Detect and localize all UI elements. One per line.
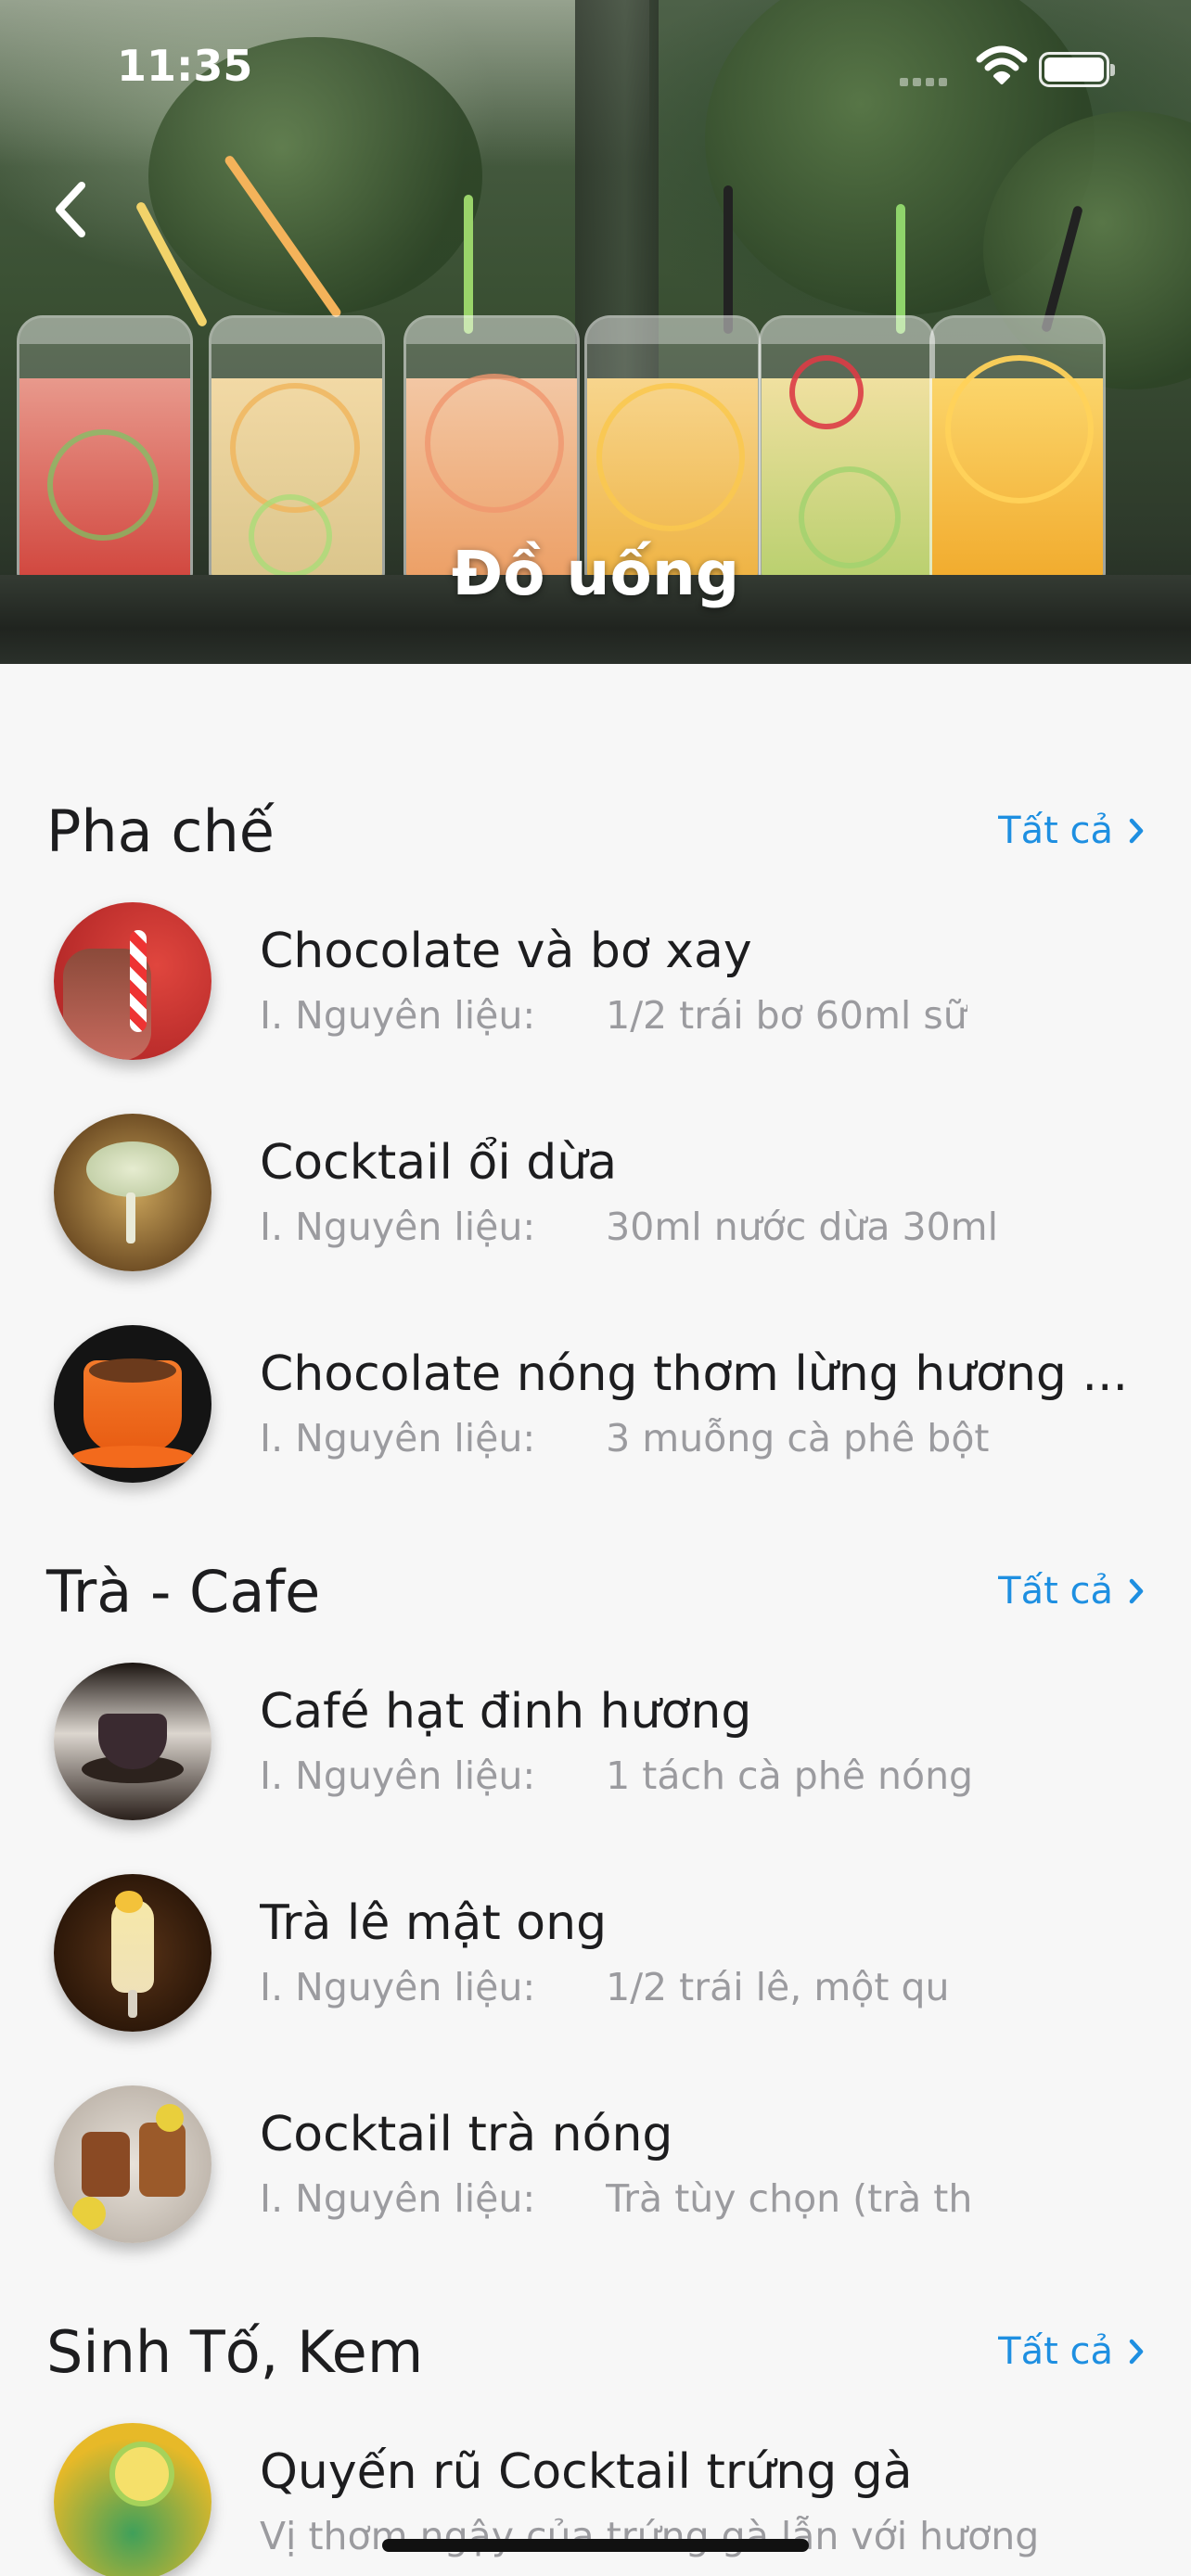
status-time: 11:35 — [117, 41, 253, 91]
recipe-title: Cocktail ổi dừa — [260, 1135, 618, 1191]
list-item[interactable]: Cocktail ổi dừa I. Nguyên liệu: 30ml nướ… — [0, 1087, 1191, 1298]
battery-icon — [1039, 52, 1115, 87]
recipe-title: Quyến rũ Cocktail trứng gà — [260, 2444, 913, 2500]
recipe-ingredients: I. Nguyên liệu: Trà tùy chọn (trà th — [260, 2173, 1145, 2225]
header-banner: Đồ uống 11:35 — [0, 0, 1191, 664]
recipe-title: Chocolate nóng thơm lừng hương ... — [260, 1346, 1129, 1402]
section-header: Trà - Cafe Tất cả — [0, 1547, 1191, 1636]
ingredients-label: I. Nguyên liệu: — [260, 1205, 536, 1249]
see-all-label: Tất cả — [998, 2330, 1113, 2373]
section-title: Pha chế — [46, 797, 275, 865]
recipe-thumbnail — [54, 902, 211, 1060]
chevron-right-icon — [1129, 818, 1144, 844]
recipe-title: Cocktail trà nóng — [260, 2107, 673, 2162]
section-sinh-to-kem: Sinh Tố, Kem Tất cả Quyến rũ Cocktail tr… — [0, 2270, 1191, 2576]
list-item[interactable]: Chocolate và bơ xay I. Nguyên liệu: 1/2 … — [0, 875, 1191, 1087]
ingredients-value: 1/2 trái lê, một qu — [606, 1965, 950, 2009]
recipe-thumbnail — [54, 2423, 211, 2576]
section-title: Sinh Tố, Kem — [46, 2317, 424, 2386]
list-item[interactable]: Cocktail trà nóng I. Nguyên liệu: Trà tù… — [0, 2059, 1191, 2270]
wifi-icon — [976, 45, 1028, 89]
ingredients-value: 1/2 trái bơ 60ml sữ — [606, 993, 967, 1038]
recipe-title: Trà lê mật ong — [260, 1895, 608, 1951]
recipe-ingredients: I. Nguyên liệu: 30ml nước dừa 30ml — [260, 1201, 1145, 1253]
recipe-description: Vị thơm ngậy của trứng gà lẫn với hương — [260, 2510, 1145, 2562]
back-button[interactable] — [37, 176, 104, 243]
list-item[interactable]: Chocolate nóng thơm lừng hương ... I. Ng… — [0, 1298, 1191, 1510]
section-header: Pha chế Tất cả — [0, 786, 1191, 875]
ingredients-label: I. Nguyên liệu: — [260, 1965, 536, 2009]
section-tra-cafe: Trà - Cafe Tất cả Café hạt đinh hương I.… — [0, 1510, 1191, 2270]
chevron-right-icon — [1129, 1578, 1144, 1604]
ingredients-value: 1 tách cà phê nóng — [606, 1753, 974, 1798]
recipe-ingredients: I. Nguyên liệu: 1/2 trái lê, một qu — [260, 1961, 1145, 2013]
home-indicator — [382, 2539, 809, 2552]
list-item[interactable]: Café hạt đinh hương I. Nguyên liệu: 1 tá… — [0, 1636, 1191, 1847]
chevron-right-icon — [1129, 2339, 1144, 2365]
page-title: Đồ uống — [451, 538, 740, 609]
ingredients-label: I. Nguyên liệu: — [260, 1753, 536, 1798]
recipe-thumbnail — [54, 1114, 211, 1271]
ingredients-value: 3 muỗng cà phê bột — [606, 1416, 990, 1460]
cellular-signal-icon — [900, 72, 952, 90]
recipe-ingredients: I. Nguyên liệu: 3 muỗng cà phê bột — [260, 1412, 1145, 1464]
ingredients-label: I. Nguyên liệu: — [260, 1416, 536, 1460]
content: Pha chế Tất cả Chocolate và bơ xay I. Ng… — [0, 664, 1191, 2576]
see-all-link[interactable]: Tất cả — [998, 1570, 1145, 1613]
ingredients-label: I. Nguyên liệu: — [260, 2176, 536, 2221]
ingredients-label: I. Nguyên liệu: — [260, 993, 536, 1038]
recipe-thumbnail — [54, 1663, 211, 1820]
ingredients-value: 30ml nước dừa 30ml — [606, 1205, 998, 1249]
see-all-link[interactable]: Tất cả — [998, 2330, 1145, 2373]
recipe-thumbnail — [54, 2085, 211, 2243]
list-item[interactable]: Trà lê mật ong I. Nguyên liệu: 1/2 trái … — [0, 1847, 1191, 2059]
recipe-ingredients: I. Nguyên liệu: 1/2 trái bơ 60ml sữ — [260, 989, 1145, 1041]
section-pha-che: Pha chế Tất cả Chocolate và bơ xay I. Ng… — [0, 664, 1191, 1510]
section-title: Trà - Cafe — [46, 1557, 321, 1626]
see-all-label: Tất cả — [998, 810, 1113, 852]
ingredients-value: Trà tùy chọn (trà th — [606, 2176, 973, 2221]
see-all-label: Tất cả — [998, 1570, 1113, 1613]
recipe-ingredients: I. Nguyên liệu: 1 tách cà phê nóng — [260, 1750, 1145, 1802]
recipe-thumbnail — [54, 1874, 211, 2032]
banner-straw — [464, 195, 473, 334]
recipe-thumbnail — [54, 1325, 211, 1483]
see-all-link[interactable]: Tất cả — [998, 810, 1145, 852]
status-icons — [900, 41, 1122, 93]
recipe-title: Café hạt đinh hương — [260, 1684, 752, 1740]
banner-straw — [724, 185, 733, 334]
chevron-left-icon — [56, 182, 85, 237]
recipe-title: Chocolate và bơ xay — [260, 924, 752, 979]
banner-straw — [896, 204, 905, 334]
section-header: Sinh Tố, Kem Tất cả — [0, 2307, 1191, 2396]
recipe-description-text: Vị thơm ngậy của trứng gà lẫn với hương — [260, 2514, 1040, 2558]
